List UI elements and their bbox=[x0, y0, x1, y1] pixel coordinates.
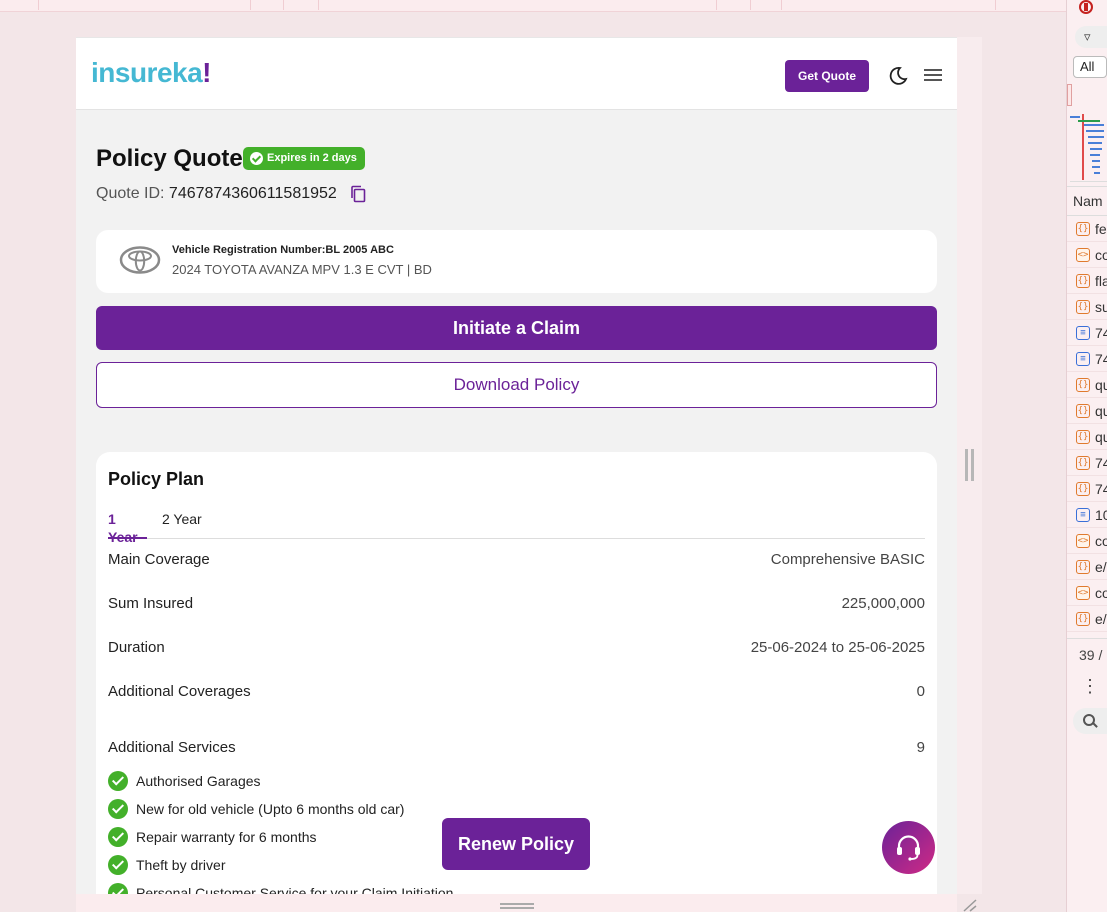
row-sum-insured: Sum Insured 225,000,000 bbox=[108, 595, 925, 612]
toyota-logo-icon bbox=[119, 246, 161, 274]
policy-plan-title: Policy Plan bbox=[108, 469, 205, 489]
quote-id: Quote ID: 7467874360611581952 bbox=[96, 185, 337, 202]
more-options-icon[interactable]: ⋮ bbox=[1081, 676, 1099, 696]
check-circle-icon bbox=[108, 799, 128, 819]
fetch-icon: {} bbox=[1076, 482, 1090, 496]
hamburger-menu-icon[interactable] bbox=[924, 69, 942, 83]
renew-policy-button[interactable]: Renew Policy bbox=[442, 818, 590, 870]
expiry-badge: Expires in 2 days bbox=[243, 147, 365, 170]
headset-icon bbox=[897, 835, 920, 861]
filter-all-button[interactable]: All bbox=[1073, 56, 1107, 78]
request-row[interactable]: {} e/ bbox=[1067, 554, 1107, 580]
request-row[interactable]: {}74 bbox=[1067, 476, 1107, 502]
initiate-claim-button[interactable]: Initiate a Claim bbox=[96, 306, 937, 350]
moon-icon[interactable] bbox=[888, 66, 908, 86]
check-circle-icon bbox=[108, 771, 128, 791]
request-row[interactable]: ≡10 bbox=[1067, 502, 1107, 528]
service-item: Authorised Garages bbox=[108, 771, 261, 791]
filter-icon[interactable]: ▿ bbox=[1075, 26, 1107, 48]
row-main-coverage: Main Coverage Comprehensive BASIC bbox=[108, 551, 925, 568]
search-icon[interactable] bbox=[1073, 708, 1107, 734]
document-icon: ≡ bbox=[1076, 326, 1090, 340]
download-policy-button[interactable]: Download Policy bbox=[96, 362, 937, 408]
request-row[interactable]: {}qu bbox=[1067, 398, 1107, 424]
check-circle-icon bbox=[108, 883, 128, 894]
resize-handle[interactable] bbox=[965, 449, 975, 481]
script-icon: <> bbox=[1076, 248, 1090, 262]
fetch-icon: {} bbox=[1076, 560, 1090, 574]
support-chat-button[interactable] bbox=[882, 821, 935, 874]
copy-icon[interactable] bbox=[350, 185, 366, 203]
request-row[interactable]: ≡74 bbox=[1067, 320, 1107, 346]
insureka-logo[interactable]: insureka! bbox=[91, 57, 211, 89]
request-row[interactable]: <>co bbox=[1067, 242, 1107, 268]
get-quote-button[interactable]: Get Quote bbox=[785, 60, 869, 92]
request-row[interactable]: <>co bbox=[1067, 580, 1107, 606]
row-additional-coverages: Additional Coverages 0 bbox=[108, 683, 925, 700]
timeline-marker bbox=[1067, 84, 1072, 106]
check-circle-icon bbox=[108, 827, 128, 847]
request-row[interactable]: {} e/ bbox=[1067, 606, 1107, 632]
request-row[interactable]: {}su bbox=[1067, 294, 1107, 320]
request-row[interactable]: ≡74 bbox=[1067, 346, 1107, 372]
document-icon: ≡ bbox=[1076, 508, 1090, 522]
request-row[interactable]: {} fe bbox=[1067, 216, 1107, 242]
fetch-icon: {} bbox=[1076, 222, 1090, 236]
fetch-icon: {} bbox=[1076, 300, 1090, 314]
vehicle-registration: Vehicle Registration Number:BL 2005 ABC bbox=[172, 244, 394, 256]
script-icon: <> bbox=[1076, 586, 1090, 600]
service-item: New for old vehicle (Upto 6 months old c… bbox=[108, 799, 404, 819]
fetch-icon: {} bbox=[1076, 456, 1090, 470]
row-duration: Duration 25-06-2024 to 25-06-2025 bbox=[108, 639, 925, 656]
request-count: 39 / bbox=[1067, 638, 1107, 670]
fetch-icon: {} bbox=[1076, 404, 1090, 418]
app-viewport: insureka! Get Quote Policy Quote Expires… bbox=[76, 37, 957, 894]
bottom-resize-grip[interactable] bbox=[500, 903, 534, 909]
devtools-top-strip bbox=[0, 0, 1066, 12]
script-icon: <> bbox=[1076, 534, 1090, 548]
vehicle-card: Vehicle Registration Number:BL 2005 ABC … bbox=[96, 230, 937, 293]
request-row[interactable]: {}qu bbox=[1067, 424, 1107, 450]
document-icon: ≡ bbox=[1076, 352, 1090, 366]
name-column-header[interactable]: Nam bbox=[1067, 186, 1107, 216]
service-item: Personal Customer Service for your Claim… bbox=[108, 883, 453, 894]
row-additional-services: Additional Services 9 bbox=[108, 739, 925, 756]
tab-1-year[interactable]: 1 Year bbox=[108, 510, 147, 545]
request-row[interactable]: {}fla bbox=[1067, 268, 1107, 294]
vehicle-model: 2024 TOYOTA AVANZA MPV 1.3 E CVT | BD bbox=[172, 262, 432, 277]
record-stop-icon[interactable] bbox=[1079, 0, 1093, 14]
request-row[interactable]: {}qu bbox=[1067, 372, 1107, 398]
check-circle-icon bbox=[108, 855, 128, 875]
corner-resize-grip[interactable] bbox=[960, 898, 978, 912]
request-row[interactable]: <>co bbox=[1067, 528, 1107, 554]
fetch-icon: {} bbox=[1076, 430, 1090, 444]
tab-2-year[interactable]: 2 Year bbox=[162, 510, 202, 539]
service-item: Repair warranty for 6 months bbox=[108, 827, 317, 847]
app-header: insureka! Get Quote bbox=[76, 38, 957, 110]
devtools-network-panel: ▿ All Nam {}fe <>co {}fla {}su ≡74 ≡74 {… bbox=[1066, 0, 1107, 912]
service-item: Theft by driver bbox=[108, 855, 225, 875]
plan-tabs: 1 Year 2 Year bbox=[108, 510, 925, 545]
fetch-icon: {} bbox=[1076, 274, 1090, 288]
fetch-icon: {} bbox=[1076, 378, 1090, 392]
network-overview bbox=[1070, 110, 1107, 182]
check-circle-icon bbox=[250, 152, 263, 165]
page-title: Policy Quote bbox=[96, 145, 243, 172]
request-row[interactable]: {}74 bbox=[1067, 450, 1107, 476]
fetch-icon: {} bbox=[1076, 612, 1090, 626]
